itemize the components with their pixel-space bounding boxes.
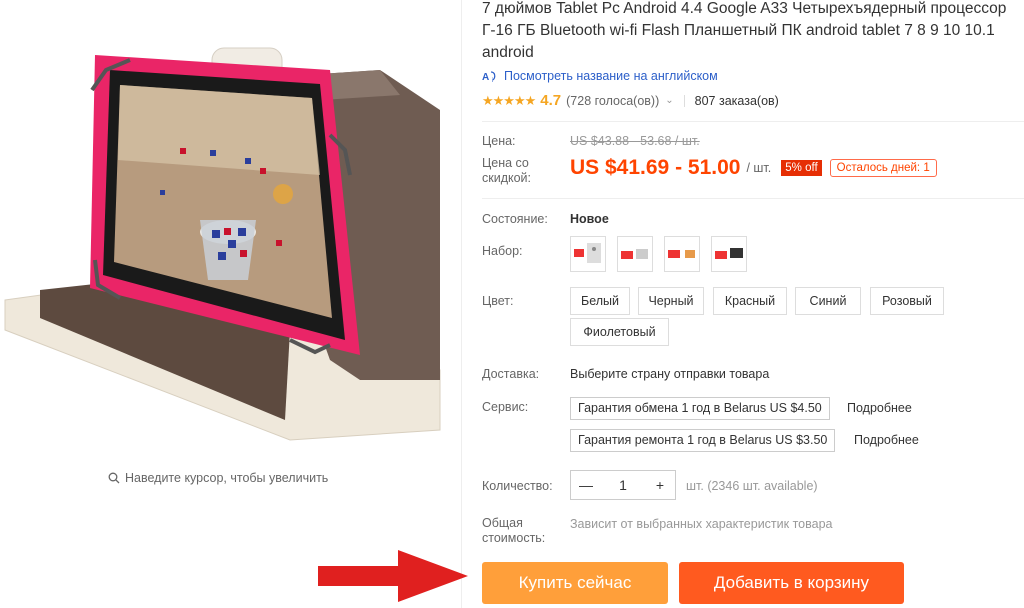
price-unit: / шт. bbox=[746, 161, 772, 175]
price-label: Цена: bbox=[482, 134, 516, 148]
set-thumbnail-image bbox=[621, 249, 648, 259]
color-label: Цвет: bbox=[482, 294, 514, 308]
service-option-exchange[interactable]: Гарантия обмена 1 год в Belarus US $4.50 bbox=[570, 397, 830, 420]
add-to-cart-button[interactable]: Добавить в корзину bbox=[679, 562, 904, 604]
set-option-1[interactable] bbox=[570, 236, 606, 272]
orders-count: 807 заказа(ов) bbox=[694, 93, 779, 108]
product-image-area: Наведите курсор, чтобы увеличить bbox=[0, 0, 462, 608]
translate-link[interactable]: Посмотреть название на английском bbox=[504, 69, 718, 83]
discount-price-label: Цена со скидкой: bbox=[482, 156, 532, 185]
service-details-link[interactable]: Подробнее bbox=[847, 401, 912, 415]
separator bbox=[683, 94, 685, 107]
days-left-badge: Осталось дней: 1 bbox=[829, 159, 937, 177]
translate-icon: A i bbox=[482, 71, 496, 83]
quantity-input[interactable]: 1 bbox=[608, 477, 638, 493]
set-option-2[interactable] bbox=[617, 236, 653, 272]
discount-price: US $41.69 - 51.00 / шт. 5% off Осталось … bbox=[570, 156, 937, 180]
svg-text:i: i bbox=[492, 78, 493, 83]
plus-button[interactable]: + bbox=[645, 477, 675, 493]
quantity-stepper: — 1 + bbox=[570, 470, 676, 500]
rating-value: 4.7 bbox=[540, 92, 562, 109]
product-title: 7 дюймов Tablet Pc Android 4.4 Google A3… bbox=[482, 0, 1007, 61]
divider bbox=[482, 121, 1024, 122]
rating-stars-icon: ★★★★★ bbox=[482, 92, 536, 108]
zoom-hint: Наведите курсор, чтобы увеличить bbox=[108, 471, 328, 485]
total-label: Общая стоимость: bbox=[482, 516, 546, 545]
set-option-3[interactable] bbox=[664, 236, 700, 272]
quantity-available: шт. (2346 шт. available) bbox=[686, 479, 818, 493]
rating-row: ★★★★★ 4.7 (728 голоса(ов)) ⌄ 807 заказа(… bbox=[482, 92, 779, 109]
set-thumbnail-image bbox=[668, 250, 695, 258]
color-option-white[interactable]: Белый bbox=[570, 287, 630, 315]
set-option-4[interactable] bbox=[711, 236, 747, 272]
color-option-pink[interactable]: Розовый bbox=[870, 287, 944, 315]
product-details: 7 дюймов Tablet Pc Android 4.4 Google A3… bbox=[462, 0, 1024, 608]
chevron-down-icon[interactable]: ⌄ bbox=[665, 95, 673, 106]
set-thumbnail-image bbox=[715, 248, 743, 259]
old-price-text: US $43.88 - 53.68 / шт. bbox=[570, 134, 700, 148]
minus-button[interactable]: — bbox=[571, 477, 601, 493]
delivery-label: Доставка: bbox=[482, 367, 540, 381]
color-option-black[interactable]: Черный bbox=[638, 287, 704, 315]
set-label: Набор: bbox=[482, 244, 523, 258]
discount-badge: 5% off bbox=[781, 160, 822, 176]
zoom-hint-text: Наведите курсор, чтобы увеличить bbox=[125, 471, 329, 485]
total-value: Зависит от выбранных характеристик товар… bbox=[570, 517, 833, 531]
color-option-purple[interactable]: Фиолетовый bbox=[570, 318, 669, 346]
color-option-red[interactable]: Красный bbox=[713, 287, 787, 315]
votes-count[interactable]: (728 голоса(ов)) bbox=[566, 94, 659, 108]
divider bbox=[482, 198, 1024, 199]
svg-text:A: A bbox=[482, 72, 489, 83]
buy-now-button[interactable]: Купить сейчас bbox=[482, 562, 668, 604]
old-price: US $43.88 - 53.68 / шт. bbox=[570, 134, 700, 148]
service-option-repair[interactable]: Гарантия ремонта 1 год в Belarus US $3.5… bbox=[570, 429, 836, 452]
product-image[interactable] bbox=[0, 0, 462, 460]
price-value: US $41.69 - 51.00 bbox=[570, 156, 741, 179]
magnifier-icon bbox=[108, 472, 120, 484]
set-thumbnail-image bbox=[574, 243, 601, 263]
delivery-value[interactable]: Выберите страну отправки товара bbox=[570, 367, 769, 381]
service-details-link[interactable]: Подробнее bbox=[854, 433, 919, 447]
condition-value: Новое bbox=[570, 212, 609, 226]
product-page: Наведите курсор, чтобы увеличить 7 дюймо… bbox=[0, 0, 1024, 608]
translate-row[interactable]: A i Посмотреть название на английском bbox=[482, 69, 718, 83]
service-label: Сервис: bbox=[482, 400, 529, 414]
red-arrow-icon bbox=[318, 550, 468, 602]
quantity-label: Количество: bbox=[482, 479, 553, 493]
color-option-blue[interactable]: Синий bbox=[795, 287, 861, 315]
condition-label: Состояние: bbox=[482, 212, 548, 226]
